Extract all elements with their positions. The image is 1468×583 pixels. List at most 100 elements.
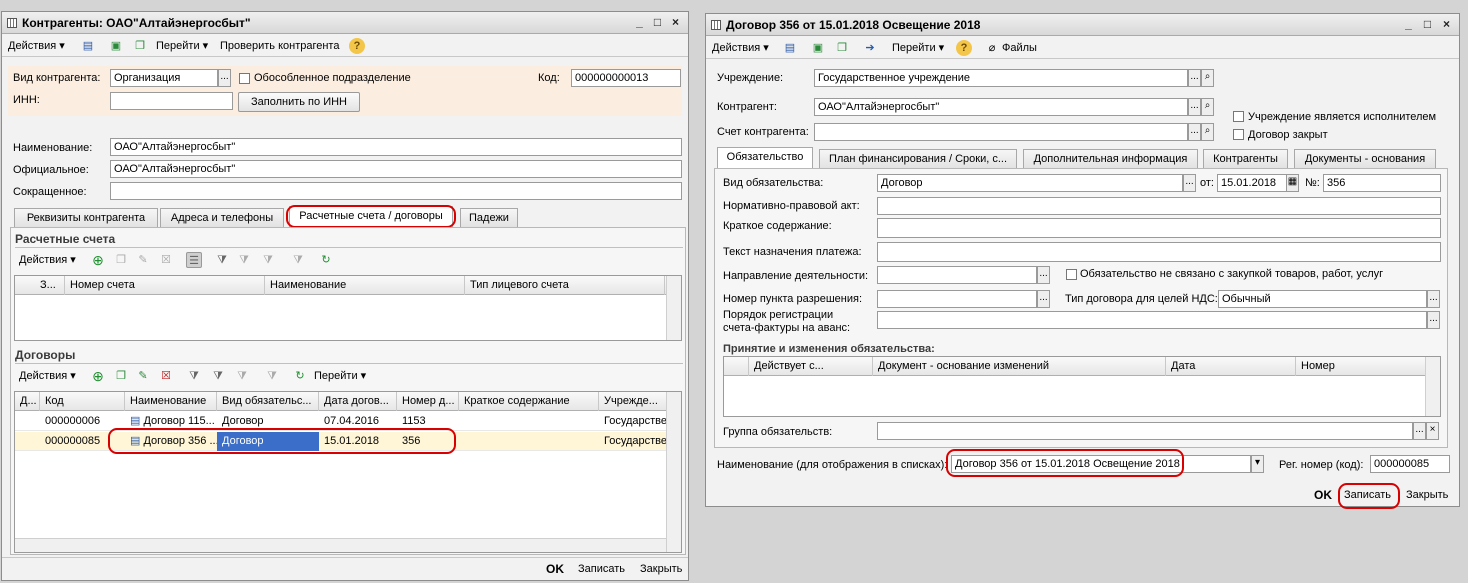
col-kind[interactable]: Вид обязательс... <box>217 392 319 411</box>
edit-icon[interactable]: ✎ <box>135 252 151 268</box>
filter-off-icon[interactable]: ⧩ <box>236 252 252 268</box>
contracts-vscrollbar[interactable] <box>666 392 681 552</box>
tab-requisites[interactable]: Реквизиты контрагента <box>14 208 158 227</box>
institution-field[interactable]: Государственное учреждение <box>814 69 1188 87</box>
add-copy-icon[interactable]: ❐ <box>113 368 129 384</box>
col-z[interactable]: З... <box>35 276 65 295</box>
direction-select-button[interactable]: ... <box>1037 266 1050 284</box>
display-name-field[interactable]: Договор 356 от 15.01.2018 Освещение 2018 <box>951 455 1251 473</box>
normative-field[interactable] <box>877 197 1441 215</box>
col-account-type[interactable]: Тип лицевого счета <box>465 276 665 295</box>
close-button[interactable]: Закрыть <box>640 562 682 577</box>
files-button[interactable]: Файлы <box>1002 41 1037 56</box>
calendar-icon[interactable]: ▦ <box>1286 174 1299 192</box>
tab-financing-plan[interactable]: План финансирования / Сроки, с... <box>819 149 1017 168</box>
clear-filter-icon[interactable]: ⧩ <box>290 252 306 268</box>
counterparty-select-button[interactable]: ... <box>1188 98 1201 116</box>
filter-icon[interactable]: ⧩ <box>186 368 202 384</box>
invoice-select-button[interactable]: ... <box>1427 311 1440 329</box>
clear-filter-icon[interactable]: ⧩ <box>264 368 280 384</box>
refresh-icon[interactable]: ↻ <box>318 252 334 268</box>
account-select-button[interactable]: ... <box>1188 123 1201 141</box>
short-field[interactable] <box>110 182 682 200</box>
col-name[interactable]: Наименование <box>125 392 217 411</box>
minimize-icon[interactable]: _ <box>1402 18 1415 31</box>
col-d[interactable] <box>724 357 749 376</box>
counterparty-field[interactable]: ОАО"Алтайэнергосбыт" <box>814 98 1188 116</box>
filter-list-icon[interactable]: ⧩ <box>260 252 276 268</box>
group-clear-icon[interactable]: × <box>1426 422 1439 440</box>
save-button[interactable]: Записать <box>578 562 625 577</box>
accounts-scrollbar[interactable] <box>666 276 681 340</box>
col-institution[interactable]: Учрежде... <box>599 392 669 411</box>
separate-checkbox[interactable] <box>239 73 250 84</box>
tab-obligation[interactable]: Обязательство <box>717 147 813 168</box>
accounts-actions-menu[interactable]: Действия ▾ <box>19 253 76 268</box>
accounts-table[interactable]: З... Номер счета Наименование Тип лицево… <box>14 275 682 341</box>
permit-select-button[interactable]: ... <box>1037 290 1050 308</box>
tab-additional-info[interactable]: Дополнительная информация <box>1023 149 1198 168</box>
executor-checkbox[interactable] <box>1233 111 1244 122</box>
account-field[interactable] <box>814 123 1188 141</box>
col-date[interactable]: Дата догов... <box>319 392 397 411</box>
close-icon[interactable]: × <box>1440 18 1453 31</box>
code-field[interactable]: 000000000013 <box>571 69 681 87</box>
col-valid-from[interactable]: Действует с... <box>749 357 873 376</box>
not-linked-checkbox[interactable] <box>1066 269 1077 280</box>
col-d[interactable]: Д... <box>15 392 40 411</box>
group-select-button[interactable]: ... <box>1413 422 1426 440</box>
col-account-name[interactable]: Наименование <box>265 276 465 295</box>
tab-addresses[interactable]: Адреса и телефоны <box>160 208 284 227</box>
delete-icon[interactable]: ☒ <box>158 252 174 268</box>
obligation-kind-select-button[interactable]: ... <box>1183 174 1196 192</box>
paperclip-icon[interactable]: ⌀ <box>984 40 1000 56</box>
goto-menu[interactable]: Перейти ▾ <box>892 41 944 56</box>
vat-select-button[interactable]: ... <box>1427 290 1440 308</box>
minimize-icon[interactable]: _ <box>633 16 646 29</box>
goto-icon[interactable]: ➔ <box>862 40 878 56</box>
payment-field[interactable] <box>877 242 1441 262</box>
kind-field[interactable]: Организация <box>110 69 218 87</box>
col-code[interactable]: Код <box>40 392 125 411</box>
tab-cases[interactable]: Падежи <box>460 208 518 227</box>
contracts-hscrollbar[interactable] <box>15 538 666 552</box>
ok-button[interactable]: OK <box>546 562 564 577</box>
filter-list-icon[interactable]: ⧩ <box>234 368 250 384</box>
delete-icon[interactable]: ☒ <box>158 368 174 384</box>
direction-field[interactable] <box>877 266 1037 284</box>
invoice-field[interactable] <box>877 311 1427 329</box>
filter-off-icon[interactable]: ⧩ <box>210 368 226 384</box>
filter-icon[interactable]: ⧩ <box>214 252 230 268</box>
tab-counterparties[interactable]: Контрагенты <box>1203 149 1288 168</box>
institution-select-button[interactable]: ... <box>1188 69 1201 87</box>
changes-scrollbar[interactable] <box>1425 357 1440 416</box>
changes-table[interactable]: Действует с... Документ - основание изме… <box>723 356 1441 417</box>
number-field[interactable]: 356 <box>1323 174 1441 192</box>
vat-field[interactable]: Обычный <box>1218 290 1427 308</box>
contracts-table[interactable]: Д... Код Наименование Вид обязательс... … <box>14 391 682 553</box>
kind-select-button[interactable]: ... <box>218 69 231 87</box>
help-icon[interactable]: ? <box>349 38 365 54</box>
copy-icon[interactable]: ❐ <box>834 40 850 56</box>
display-name-dropdown-icon[interactable]: ▾ <box>1251 455 1264 473</box>
actions-menu[interactable]: Действия ▾ <box>712 41 769 56</box>
tab-accounts-contracts[interactable]: Расчетные счета / договоры <box>289 206 453 227</box>
counterparty-search-icon[interactable]: ⌕ <box>1201 98 1214 116</box>
table-row[interactable]: 000000006 ▤ Договор 115... Договор 07.04… <box>15 412 681 431</box>
reg-number-field[interactable]: 000000085 <box>1370 455 1450 473</box>
close-icon[interactable]: × <box>669 16 682 29</box>
obligation-kind-field[interactable]: Договор <box>877 174 1183 192</box>
ok-button[interactable]: OK <box>1314 488 1332 503</box>
refresh-form-icon[interactable]: ▣ <box>810 40 826 56</box>
account-search-icon[interactable]: ⌕ <box>1201 123 1214 141</box>
maximize-icon[interactable]: □ <box>651 16 664 29</box>
edit-icon[interactable]: ✎ <box>135 368 151 384</box>
col-change-number[interactable]: Номер <box>1296 357 1426 376</box>
institution-search-icon[interactable]: ⌕ <box>1201 69 1214 87</box>
permit-field[interactable] <box>877 290 1037 308</box>
refresh-form-icon[interactable]: ▣ <box>108 38 124 54</box>
maximize-icon[interactable]: □ <box>1421 18 1434 31</box>
contracts-goto-menu[interactable]: Перейти ▾ <box>314 369 366 384</box>
add-icon[interactable]: ⊕ <box>90 368 106 384</box>
goto-menu[interactable]: Перейти ▾ <box>156 39 208 54</box>
